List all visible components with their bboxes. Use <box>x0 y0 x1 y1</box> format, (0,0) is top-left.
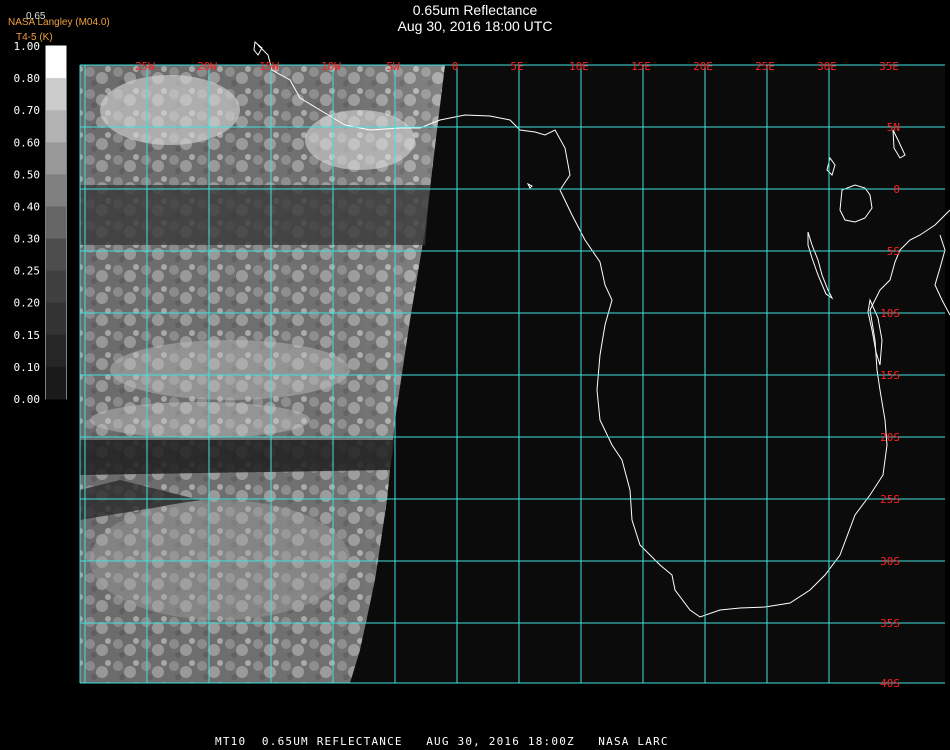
colorbar-steps <box>46 46 66 400</box>
latitude-label: 5S <box>887 245 900 258</box>
colorbar-tick-label: 0.10 <box>14 361 41 374</box>
latitude-label: 25S <box>880 493 900 506</box>
latitude-label: 10S <box>880 307 900 320</box>
latitude-label: 20S <box>880 431 900 444</box>
colorbar-tick-label: 0.25 <box>14 265 41 278</box>
longitude-label: 15W <box>259 60 279 73</box>
colorbar-tick-label: 0.00 <box>14 393 41 406</box>
colorbar-tick-label: 0.60 <box>14 136 41 149</box>
longitude-label: 5E <box>510 60 523 73</box>
colorbar-step <box>46 110 66 143</box>
longitude-label: 20E <box>693 60 713 73</box>
colorbar-tick-label: 0.15 <box>14 329 41 342</box>
longitude-label: 10E <box>569 60 589 73</box>
colorbar-tick-label: 0.70 <box>14 104 41 117</box>
latitude-label: 5N <box>887 121 900 134</box>
colorbar-step <box>46 174 66 207</box>
longitude-label: 30E <box>817 60 837 73</box>
map-canvas: 25W 20W 15W 10W 5W 0 5E 10E 15E 20E 25E 30E 35E 5N 0 5S… <box>14 40 950 690</box>
latitude-label: 40S <box>880 677 900 690</box>
colorbar-tick-label: 0.40 <box>14 200 41 213</box>
satellite-image-viewer: 0.65um Reflectance Aug 30, 2016 18:00 UT… <box>0 0 950 750</box>
longitude-label: 35E <box>879 60 899 73</box>
colorbar-step <box>46 142 66 175</box>
colorbar-step <box>46 46 66 79</box>
latitude-label: 30S <box>880 555 900 568</box>
colorbar-step <box>46 238 66 272</box>
longitude-label: 25E <box>755 60 775 73</box>
latitude-label: 0 <box>893 183 900 196</box>
latitude-label: 35S <box>880 617 900 630</box>
longitude-label: 20W <box>197 60 217 73</box>
longitude-label: 10W <box>321 60 341 73</box>
footer-caption: MT10 0.65UM REFLECTANCE AUG 30, 2016 18:… <box>215 735 669 748</box>
colorbar-tick-label: 0.20 <box>14 297 41 310</box>
latitude-label: 15S <box>880 369 900 382</box>
colorbar-step <box>46 270 66 304</box>
colorbar-step <box>46 302 66 336</box>
colorbar-step <box>46 78 66 111</box>
longitude-label: 5W <box>386 60 400 73</box>
colorbar-step <box>46 206 66 240</box>
longitude-label: 25W <box>135 60 155 73</box>
colorbar-tick-label: 0.30 <box>14 233 41 246</box>
longitude-label: 0 <box>452 60 459 73</box>
colorbar-tick-labels: 1.00 0.80 0.70 0.60 0.50 0.40 0.30 0.25 0.20 0.15… <box>14 40 41 406</box>
colorbar-step <box>46 334 66 368</box>
colorbar-tick-label: 1.00 <box>14 40 41 53</box>
colorbar-tick-label: 0.50 <box>14 168 41 181</box>
longitude-label: 15E <box>631 60 651 73</box>
colorbar-tick-label: 0.80 <box>14 72 41 85</box>
colorbar-step <box>46 366 66 400</box>
colorbar: 1.00 0.80 0.70 0.60 0.50 0.40 0.30 0.25 0.20 0.15… <box>14 40 67 406</box>
